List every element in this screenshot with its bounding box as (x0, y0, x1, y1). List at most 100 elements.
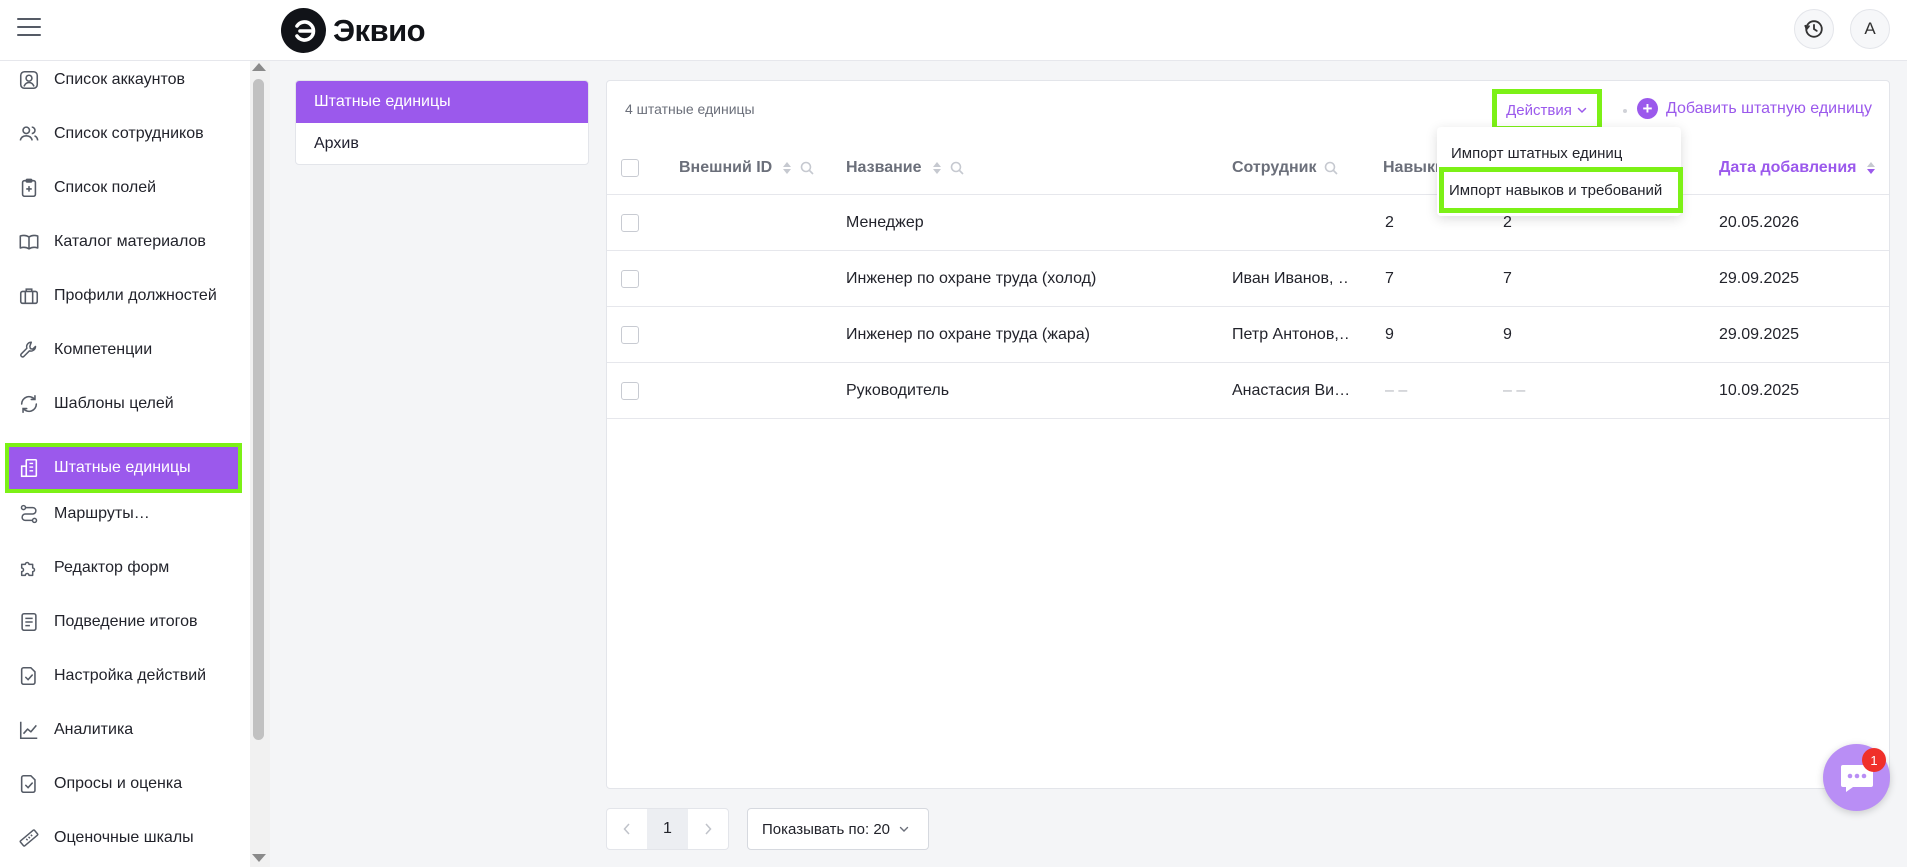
sidebar-item-accounts[interactable]: Список аккаунтов (5, 61, 242, 105)
sidebar-item-competencies[interactable]: Компетенции (5, 325, 242, 375)
sidebar-item-label: Аналитика (54, 721, 134, 738)
sidebar-item-goal-templates[interactable]: Шаблоны целей (5, 379, 242, 429)
column-label: Внешний ID (679, 159, 773, 176)
actions-button[interactable]: Действия (1492, 89, 1602, 131)
row-checkbox[interactable] (621, 382, 639, 400)
actions-button-label: Действия (1506, 101, 1572, 119)
sidebar-item-label: Опросы и оценка (54, 775, 183, 792)
scroll-down-arrow-icon[interactable] (252, 854, 266, 862)
route-icon (20, 504, 38, 524)
sidebar-item-label: Маршруты… (54, 505, 150, 522)
cell-requirements: 7 (1503, 270, 1512, 287)
column-label: Название (846, 159, 922, 176)
sidebar-item-label: Каталог материалов (54, 233, 206, 250)
column-external-id[interactable]: Внешний ID (679, 141, 815, 195)
logo-text: Эквио (333, 12, 426, 48)
table-row[interactable]: Руководитель Анастасия Ви… – – – – 10.09… (607, 363, 1889, 419)
sidebar-item-fields[interactable]: Список полей (5, 163, 242, 213)
building-icon (20, 458, 38, 478)
column-date-added[interactable]: Дата добавления (1719, 141, 1877, 195)
select-all-checkbox[interactable] (621, 159, 639, 177)
sidebar-item-label: Шаблоны целей (54, 395, 174, 412)
scroll-up-arrow-icon[interactable] (252, 63, 266, 71)
cell-name: Менеджер (846, 214, 924, 231)
sidebar-item-catalog[interactable]: Каталог материалов (5, 217, 242, 267)
column-label: Сотрудник (1232, 159, 1317, 176)
cell-employee: Иван Иванов, … (1232, 270, 1350, 287)
account-icon (19, 70, 39, 90)
sidebar-item-analytics[interactable]: Аналитика (5, 705, 242, 755)
briefcase-icon (19, 288, 39, 305)
search-icon[interactable] (949, 160, 965, 176)
logo[interactable]: Эквио (281, 8, 426, 53)
book-icon (19, 234, 39, 250)
section-archive[interactable]: Архив (296, 123, 588, 164)
add-staff-unit-button[interactable]: + Добавить штатную единицу (1637, 98, 1872, 119)
cell-skills: 9 (1385, 326, 1394, 343)
sort-icon[interactable] (781, 160, 793, 176)
cell-requirements: 9 (1503, 326, 1512, 343)
refresh-icon (20, 394, 38, 414)
puzzle-icon (20, 561, 36, 577)
table-row[interactable]: Инженер по охране труда (холод) Иван Ива… (607, 251, 1889, 307)
table-row[interactable]: Инженер по охране труда (жара) Петр Анто… (607, 307, 1889, 363)
sidebar-scrollbar-thumb[interactable] (253, 79, 264, 740)
survey-icon (20, 774, 36, 794)
sidebar-item-actions-setup[interactable]: Настройка действий (5, 651, 242, 701)
cell-external-id (679, 251, 829, 307)
sidebar-item-label: Редактор форм (54, 559, 170, 576)
cell-date: 29.09.2025 (1719, 270, 1800, 287)
users-icon (19, 126, 39, 141)
sort-desc-icon[interactable] (1865, 160, 1877, 176)
sidebar-item-employees[interactable]: Список сотрудников (5, 109, 242, 159)
items-count: 4 штатные единицы (625, 101, 755, 117)
document-icon (21, 612, 37, 632)
sort-icon[interactable] (931, 160, 943, 176)
page-number[interactable]: 1 (647, 809, 688, 849)
cell-date: 10.09.2025 (1719, 382, 1800, 399)
chevron-down-icon (1577, 107, 1587, 114)
cell-name: Инженер по охране труда (холод) (846, 270, 1097, 287)
cell-employee: Анастасия Ви… (1232, 382, 1350, 399)
column-name[interactable]: Название (846, 141, 965, 195)
section-staff-units[interactable]: Штатные единицы (296, 81, 588, 123)
row-checkbox[interactable] (621, 214, 639, 232)
prev-page-button[interactable] (607, 809, 647, 849)
notification-badge: 1 (1862, 748, 1886, 772)
search-icon[interactable] (799, 160, 815, 176)
sidebar-item-label: Профили должностей (54, 287, 217, 304)
add-staff-unit-label: Добавить штатную единицу (1666, 99, 1873, 117)
sidebar-item-staff-units[interactable]: Штатные единицы (5, 443, 242, 493)
row-checkbox[interactable] (621, 270, 639, 288)
cell-requirements: – – (1503, 382, 1526, 399)
sidebar-item-summary[interactable]: Подведение итогов (5, 597, 242, 647)
cell-skills: – – (1385, 382, 1408, 399)
sidebar-item-label: Подведение итогов (54, 613, 198, 630)
sidebar-item-label: Компетенции (54, 341, 153, 358)
sidebar-item-rating-scales[interactable]: Оценочные шкалы (5, 813, 242, 863)
cell-external-id (679, 307, 829, 363)
column-employee[interactable]: Сотрудник (1232, 141, 1339, 195)
sidebar-item-routes[interactable]: Маршруты… (5, 489, 242, 539)
wrench-icon (20, 341, 37, 358)
sidebar-item-label: Настройка действий (54, 667, 207, 684)
avatar[interactable]: А (1850, 9, 1890, 49)
section-list: Штатные единицы Архив (295, 80, 589, 165)
search-icon[interactable] (1323, 160, 1339, 176)
menu-icon[interactable] (17, 18, 41, 38)
pagination: 1 (606, 808, 729, 850)
sidebar-item-surveys[interactable]: Опросы и оценка (5, 759, 242, 809)
column-skills[interactable]: Навыки (1383, 141, 1445, 195)
file-check-icon (20, 666, 36, 686)
history-button[interactable] (1794, 9, 1834, 49)
row-checkbox[interactable] (621, 326, 639, 344)
sidebar-item-form-editor[interactable]: Редактор форм (5, 543, 242, 593)
cell-skills: 7 (1385, 270, 1394, 287)
page-size-label: Показывать по: 20 (762, 820, 890, 838)
page-size-select[interactable]: Показывать по: 20 (747, 808, 929, 850)
sidebar-item-job-profiles[interactable]: Профили должностей (5, 271, 242, 321)
next-page-button[interactable] (688, 809, 728, 849)
chart-icon (19, 721, 38, 740)
table-row[interactable]: Менеджер 2 2 20.05.2026 (607, 195, 1889, 251)
menu-item-import-skills-requirements[interactable]: Импорт навыков и требований (1439, 167, 1683, 213)
